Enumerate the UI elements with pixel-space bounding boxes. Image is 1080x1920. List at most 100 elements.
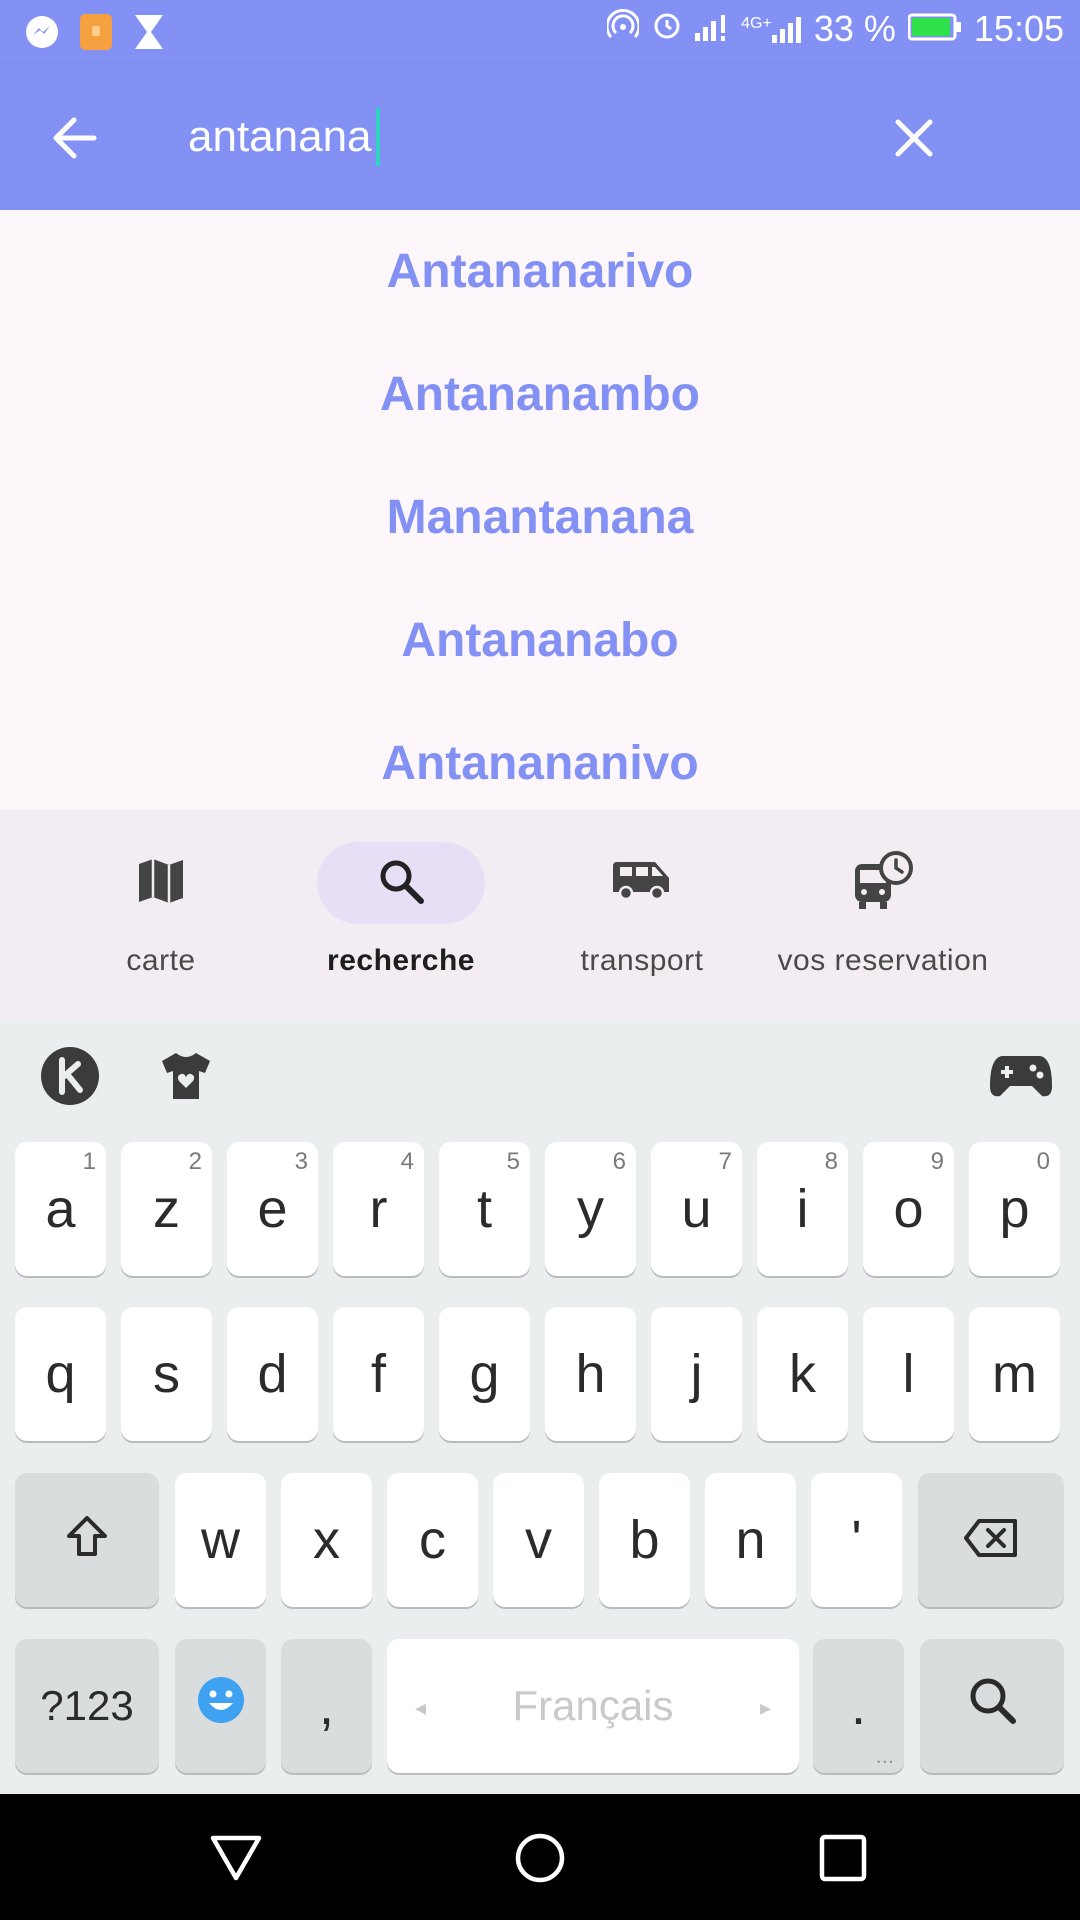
nav-label: transport xyxy=(580,944,704,977)
key-t[interactable]: 5t xyxy=(439,1142,530,1276)
key-d[interactable]: d xyxy=(227,1307,318,1441)
backspace-key[interactable] xyxy=(918,1473,1064,1607)
space-language-label: Français xyxy=(512,1682,674,1729)
key-label: z xyxy=(153,1179,180,1239)
signal-4g-icon: 4G+ xyxy=(741,15,802,43)
wallet-icon xyxy=(78,12,114,57)
backspace-icon xyxy=(963,1509,1019,1571)
key-label: c xyxy=(419,1510,446,1570)
search-input-text: antanana xyxy=(188,112,372,161)
system-navigation-bar xyxy=(0,1794,1080,1920)
key-label: x xyxy=(313,1510,340,1570)
messenger-icon xyxy=(24,14,60,55)
key-j[interactable]: j xyxy=(651,1307,742,1441)
key-h[interactable]: h xyxy=(545,1307,636,1441)
key-label: h xyxy=(575,1344,606,1404)
home-circle-icon[interactable] xyxy=(508,1826,572,1890)
nav-label: recherche xyxy=(327,944,475,977)
period-key[interactable]: . ... xyxy=(813,1639,904,1773)
space-key[interactable]: ◂ Français ▸ xyxy=(387,1639,799,1773)
back-triangle-icon[interactable] xyxy=(204,1826,268,1890)
clock-time: 15:05 xyxy=(973,8,1064,49)
signal-icon xyxy=(695,8,729,50)
emoji-key[interactable] xyxy=(175,1639,266,1773)
key-n[interactable]: n xyxy=(705,1473,796,1607)
key-y[interactable]: 6y xyxy=(545,1142,636,1276)
key-label: w xyxy=(201,1510,240,1570)
chevron-left-icon: ◂ xyxy=(415,1695,427,1720)
search-input[interactable]: antanana xyxy=(188,108,380,166)
shift-key[interactable] xyxy=(15,1473,159,1607)
nav-label: vos reservation xyxy=(777,944,989,977)
key-m[interactable]: m xyxy=(969,1307,1060,1441)
key-label: ?123 xyxy=(40,1682,134,1729)
nav-item-carte[interactable]: carte xyxy=(41,842,281,992)
key-f[interactable]: f xyxy=(333,1307,424,1441)
key-hint: 6 xyxy=(612,1148,626,1175)
key-o[interactable]: 9o xyxy=(863,1142,954,1276)
smiley-icon xyxy=(196,1675,246,1738)
key-r[interactable]: 4r xyxy=(333,1142,424,1276)
soft-keyboard: 1a 2z 3e 4r 5t 6y 7u 8i 9o 0p q s d f g … xyxy=(0,1018,1080,1794)
key-l[interactable]: l xyxy=(863,1307,954,1441)
key-x[interactable]: x xyxy=(281,1473,372,1607)
recents-square-icon[interactable] xyxy=(811,1826,875,1890)
key-label: t xyxy=(476,1179,492,1239)
nav-item-transport[interactable]: transport xyxy=(522,842,762,992)
key-label: o xyxy=(893,1179,924,1239)
key-g[interactable]: g xyxy=(439,1307,530,1441)
suggestion-item[interactable]: Manantanana xyxy=(0,456,1080,579)
key-label: j xyxy=(690,1344,703,1404)
key-hint: 2 xyxy=(188,1148,202,1175)
key-c[interactable]: c xyxy=(387,1473,478,1607)
key-a[interactable]: 1a xyxy=(15,1142,106,1276)
key-u[interactable]: 7u xyxy=(651,1142,742,1276)
key-label: ' xyxy=(851,1510,862,1570)
key-label: u xyxy=(681,1179,712,1239)
key-hint: 0 xyxy=(1036,1148,1050,1175)
key-w[interactable]: w xyxy=(175,1473,266,1607)
back-button[interactable] xyxy=(44,110,104,170)
key-e[interactable]: 3e xyxy=(227,1142,318,1276)
nav-item-vos-reservation[interactable]: vos reservation xyxy=(763,842,1003,992)
search-icon xyxy=(376,856,426,911)
key-k[interactable]: k xyxy=(757,1307,848,1441)
suggestion-item[interactable]: Antananarivo xyxy=(0,210,1080,333)
key-label: n xyxy=(735,1510,766,1570)
key-q[interactable]: q xyxy=(15,1307,106,1441)
key-label: . xyxy=(850,1676,866,1736)
key-label: a xyxy=(45,1179,76,1239)
key-s[interactable]: s xyxy=(121,1307,212,1441)
key-hint: 9 xyxy=(930,1148,944,1175)
map-icon xyxy=(136,856,186,911)
kika-logo-icon[interactable] xyxy=(40,1044,100,1108)
theme-shirt-icon[interactable] xyxy=(158,1044,214,1108)
suggestion-item[interactable]: Antananabo xyxy=(0,579,1080,702)
key-label: b xyxy=(629,1510,660,1570)
chevron-right-icon: ▸ xyxy=(759,1695,771,1720)
symbols-key[interactable]: ?123 xyxy=(15,1639,159,1773)
alarm-icon xyxy=(651,8,683,50)
bottom-navigation: carte recherche transport vos reservatio… xyxy=(0,810,1080,1018)
close-icon xyxy=(894,118,934,163)
key-b[interactable]: b xyxy=(599,1473,690,1607)
key-label: k xyxy=(789,1344,816,1404)
comma-key[interactable]: , xyxy=(281,1639,372,1773)
key-label: q xyxy=(45,1344,76,1404)
key-p[interactable]: 0p xyxy=(969,1142,1060,1276)
search-action-key[interactable] xyxy=(920,1639,1064,1773)
suggestion-item[interactable]: Antanananivo xyxy=(0,702,1080,825)
hourglass-icon xyxy=(132,12,166,57)
nav-pill xyxy=(558,842,726,924)
clear-search-button[interactable] xyxy=(884,110,944,170)
key-label: y xyxy=(577,1179,604,1239)
key-z[interactable]: 2z xyxy=(121,1142,212,1276)
key-i[interactable]: 8i xyxy=(757,1142,848,1276)
key-v[interactable]: v xyxy=(493,1473,584,1607)
key-hint: 8 xyxy=(824,1148,838,1175)
gamepad-icon[interactable] xyxy=(988,1044,1054,1108)
key-apostrophe[interactable]: ' xyxy=(811,1473,902,1607)
suggestion-item[interactable]: Antananambo xyxy=(0,333,1080,456)
nav-label: carte xyxy=(126,944,196,977)
nav-item-recherche[interactable]: recherche xyxy=(281,842,521,992)
